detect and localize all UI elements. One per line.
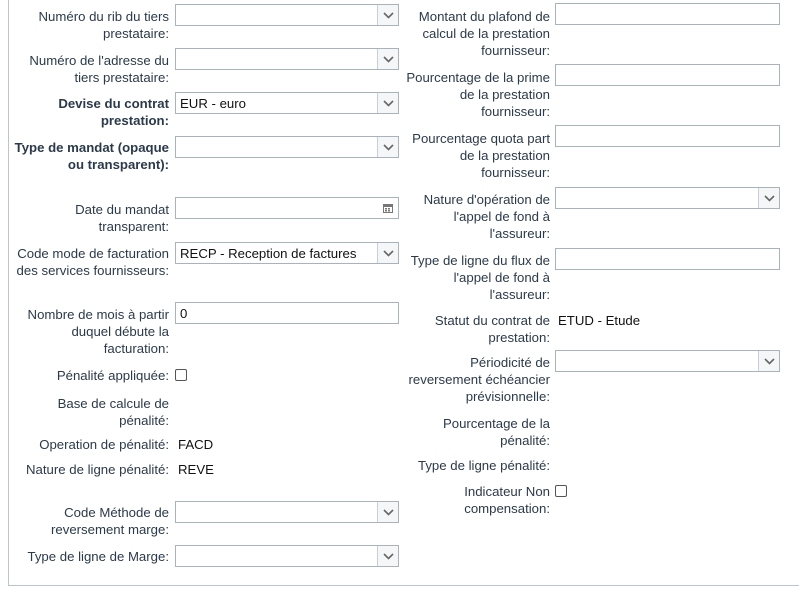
prime-label: Pourcentage de la prime de la prestation… bbox=[406, 70, 550, 119]
chevron-down-icon[interactable] bbox=[377, 5, 398, 25]
nb-mois-label: Nombre de mois à partir duquel débute la… bbox=[27, 307, 169, 356]
nb-mois-value: 0 bbox=[180, 306, 188, 321]
penalite-label: Pénalité appliquée: bbox=[56, 368, 169, 383]
pct-penalite-label: Pourcentage de la pénalité: bbox=[442, 416, 550, 448]
chevron-down-icon[interactable] bbox=[377, 502, 398, 522]
code-methode-label: Code Méthode de reversement marge: bbox=[51, 505, 169, 537]
prime-input[interactable] bbox=[555, 64, 780, 86]
code-methode-select[interactable] bbox=[175, 501, 399, 523]
type-flux-input[interactable] bbox=[555, 248, 780, 270]
mandat-type-select[interactable] bbox=[175, 136, 399, 158]
rib-label: Numéro du rib du tiers prestataire: bbox=[38, 9, 169, 41]
penalite-checkbox[interactable] bbox=[175, 369, 187, 381]
mandat-type-label: Type de mandat (opaque ou transparent): bbox=[14, 140, 169, 172]
plafond-input[interactable] bbox=[555, 3, 780, 25]
chevron-down-icon[interactable] bbox=[377, 137, 398, 157]
statut-label: Statut du contrat de prestation: bbox=[434, 313, 550, 345]
base-calcul-label: Base de calcule de pénalité: bbox=[57, 396, 169, 428]
nb-mois-input[interactable]: 0 bbox=[175, 302, 399, 324]
periodicite-label: Périodicité de reversement échéancier pr… bbox=[408, 355, 550, 404]
rib-select[interactable] bbox=[175, 4, 399, 26]
periodicite-select[interactable] bbox=[555, 350, 780, 372]
adresse-select[interactable] bbox=[175, 48, 399, 70]
code-mode-value: RECP - Reception de factures bbox=[180, 246, 357, 261]
devise-label: Devise du contrat prestation: bbox=[58, 96, 169, 128]
calendar-icon[interactable] bbox=[378, 198, 398, 218]
chevron-down-icon[interactable] bbox=[377, 49, 398, 69]
operation-label: Operation de pénalité: bbox=[39, 437, 169, 452]
nature-ligne-label: Nature de ligne pénalité: bbox=[26, 462, 169, 477]
devise-value: EUR - euro bbox=[180, 96, 246, 111]
mandat-date-label: Date du mandat transparent: bbox=[75, 202, 169, 234]
type-marge-label: Type de ligne de Marge: bbox=[27, 549, 170, 564]
operation-value: FACD bbox=[178, 437, 214, 452]
chevron-down-icon[interactable] bbox=[758, 351, 779, 371]
devise-select[interactable]: EUR - euro bbox=[175, 92, 399, 114]
nature-op-label: Nature d'opération de l'appel de fond à … bbox=[423, 192, 550, 241]
nature-ligne-value: REVE bbox=[178, 462, 214, 477]
plafond-label: Montant du plafond de calcul de la prest… bbox=[418, 9, 550, 58]
code-mode-select[interactable]: RECP - Reception de factures bbox=[175, 242, 399, 264]
type-penalite-label: Type de ligne pénalité: bbox=[418, 458, 550, 473]
indicateur-label: Indicateur Non compensation: bbox=[464, 484, 550, 516]
statut-value: ETUD - Etude bbox=[558, 313, 641, 328]
chevron-down-icon[interactable] bbox=[758, 188, 779, 208]
type-flux-label: Type de ligne du flux de l'appel de fond… bbox=[410, 253, 550, 302]
chevron-down-icon[interactable] bbox=[377, 93, 398, 113]
quota-input[interactable] bbox=[555, 125, 780, 147]
type-marge-select[interactable] bbox=[175, 545, 399, 567]
quota-label: Pourcentage quota part de la prestation … bbox=[412, 131, 550, 180]
chevron-down-icon[interactable] bbox=[377, 243, 398, 263]
indicateur-checkbox[interactable] bbox=[555, 485, 567, 497]
mandat-date-input[interactable] bbox=[175, 197, 399, 219]
adresse-label: Numéro de l'adresse du tiers prestataire… bbox=[29, 53, 169, 85]
code-mode-label: Code mode de facturation des services fo… bbox=[16, 246, 169, 278]
nature-op-select[interactable] bbox=[555, 187, 780, 209]
chevron-down-icon[interactable] bbox=[377, 546, 398, 566]
